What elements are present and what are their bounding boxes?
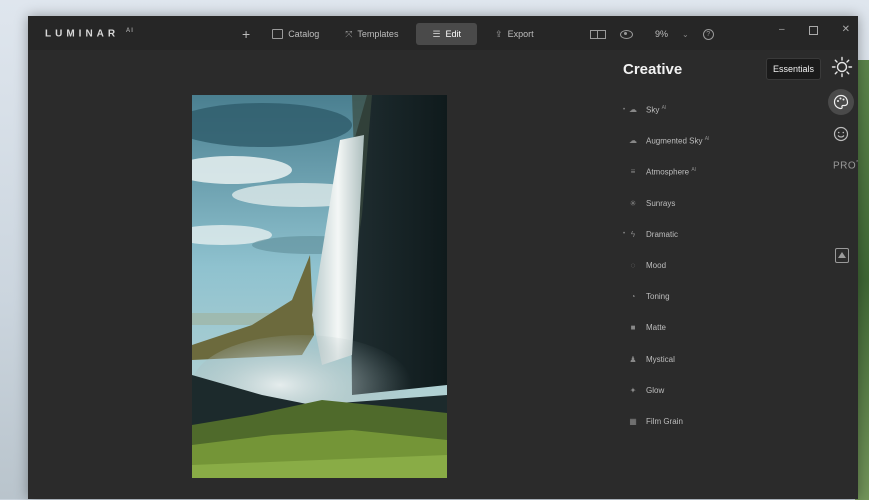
logo-ai-superscript: AI: [125, 28, 134, 34]
smiley-face-icon: [833, 126, 849, 142]
ai-badge: AI: [704, 135, 710, 142]
augmented-sky-icon: ☁: [629, 136, 637, 146]
tool-mystical[interactable]: ♟ Mystical: [612, 344, 824, 375]
add-photos-button[interactable]: +: [238, 23, 254, 45]
tool-label: Matte: [646, 323, 667, 333]
tool-augmented-sky[interactable]: ☁ Augmented Sky AI: [612, 125, 824, 156]
tool-label: Film Grain: [646, 416, 683, 426]
tool-label: Dramatic: [646, 229, 679, 239]
palette-icon: [833, 94, 849, 110]
creative-tools-panel: Creative • ☁ Sky AI ☁ Augmented Sky AI ≡…: [612, 50, 824, 499]
window-controls: – ✕: [779, 24, 850, 35]
pro-superscript: *: [856, 160, 859, 166]
view-controls: 9% ⌄ ?: [590, 23, 714, 45]
top-navigation: + Catalog ⤧ Templates ☰ Edit ⇪ Export: [238, 23, 542, 45]
templates-tab-label: Templates: [357, 29, 399, 39]
title-bar: LUMINAR AI + Catalog ⤧ Templates ☰ Edit …: [28, 16, 858, 50]
cloud-icon: ☁: [629, 105, 637, 115]
tool-atmosphere[interactable]: ≡ Atmosphere AI: [612, 156, 824, 187]
preview-eye-icon[interactable]: [620, 29, 633, 39]
close-button[interactable]: ✕: [842, 24, 850, 35]
ai-badge: AI: [661, 104, 667, 111]
atmosphere-icon: ≡: [630, 167, 636, 177]
maximize-button[interactable]: [808, 26, 818, 35]
creative-category-button[interactable]: [828, 89, 854, 115]
zoom-chevron-down-icon[interactable]: ⌄: [682, 30, 689, 39]
portrait-category-button[interactable]: [828, 121, 854, 147]
export-tab-label: Export: [507, 29, 534, 39]
catalog-tab-label: Catalog: [288, 29, 320, 39]
tool-sunrays[interactable]: ✳ Sunrays: [612, 188, 824, 219]
panel-title: Creative: [623, 61, 683, 78]
minimize-button[interactable]: –: [779, 24, 785, 35]
export-icon: ⇪: [495, 28, 503, 39]
tool-toning[interactable]: ◔ Toning: [612, 281, 824, 312]
matte-icon: ■: [630, 323, 636, 333]
edit-tab[interactable]: ☰ Edit: [416, 23, 478, 45]
pro-category-button[interactable]: PRO*: [833, 160, 859, 171]
zoom-level[interactable]: 9%: [655, 29, 668, 39]
waterfall-photo: [192, 95, 447, 478]
glow-icon: ✦: [629, 385, 637, 395]
tool-film-grain[interactable]: ▦ Film Grain: [612, 406, 824, 437]
category-sidebar: [824, 50, 858, 499]
tool-mood[interactable]: ◌ Mood: [612, 250, 824, 281]
edit-tab-label: Edit: [445, 29, 462, 39]
tool-list: • ☁ Sky AI ☁ Augmented Sky AI ≡ Atmosphe…: [612, 94, 824, 437]
film-grain-icon: ▦: [629, 416, 637, 426]
tool-sky[interactable]: • ☁ Sky AI: [612, 94, 824, 125]
pro-label: PRO: [833, 160, 857, 172]
export-tab[interactable]: ⇪ Export: [487, 23, 542, 45]
essentials-tooltip: Essentials: [766, 58, 822, 80]
toning-icon: ◔: [630, 292, 636, 302]
tool-label: Toning: [646, 292, 670, 302]
ai-badge: AI: [691, 167, 697, 174]
local-masking-icon[interactable]: [835, 248, 849, 263]
expand-caret-icon[interactable]: •: [623, 107, 625, 113]
expand-caret-icon[interactable]: •: [623, 231, 625, 237]
edit-sliders-icon: ☰: [432, 28, 441, 39]
tool-label: Augmented Sky: [646, 136, 703, 146]
waterfall-photo-graphic: [192, 95, 447, 478]
mystical-icon: ♟: [629, 354, 637, 364]
tool-glow[interactable]: ✦ Glow: [612, 375, 824, 406]
app-logo: LUMINAR AI: [45, 28, 134, 39]
compare-icon[interactable]: [590, 29, 606, 39]
templates-tab[interactable]: ⤧ Templates: [337, 23, 406, 45]
tool-matte[interactable]: ■ Matte: [612, 312, 824, 343]
tool-label: Glow: [646, 385, 665, 395]
tool-label: Sunrays: [646, 198, 676, 208]
templates-icon: ⤧: [345, 28, 353, 39]
dramatic-icon: ϟ: [630, 229, 636, 239]
tool-label: Mystical: [646, 354, 675, 364]
logo-text: LUMINAR: [45, 28, 120, 40]
image-canvas[interactable]: [28, 50, 608, 499]
folder-icon: [272, 29, 284, 39]
sunrays-icon: ✳: [629, 198, 637, 208]
tool-label: Mood: [646, 261, 667, 271]
app-window: LUMINAR AI + Catalog ⤧ Templates ☰ Edit …: [28, 16, 858, 499]
tool-label: Atmosphere: [646, 167, 690, 177]
help-icon[interactable]: ?: [702, 28, 714, 40]
tool-dramatic[interactable]: • ϟ Dramatic: [612, 219, 824, 250]
tool-label: Sky: [646, 105, 660, 115]
essentials-sun-icon[interactable]: [831, 56, 853, 78]
mood-icon: ◌: [630, 261, 636, 271]
catalog-tab[interactable]: Catalog: [264, 23, 327, 45]
